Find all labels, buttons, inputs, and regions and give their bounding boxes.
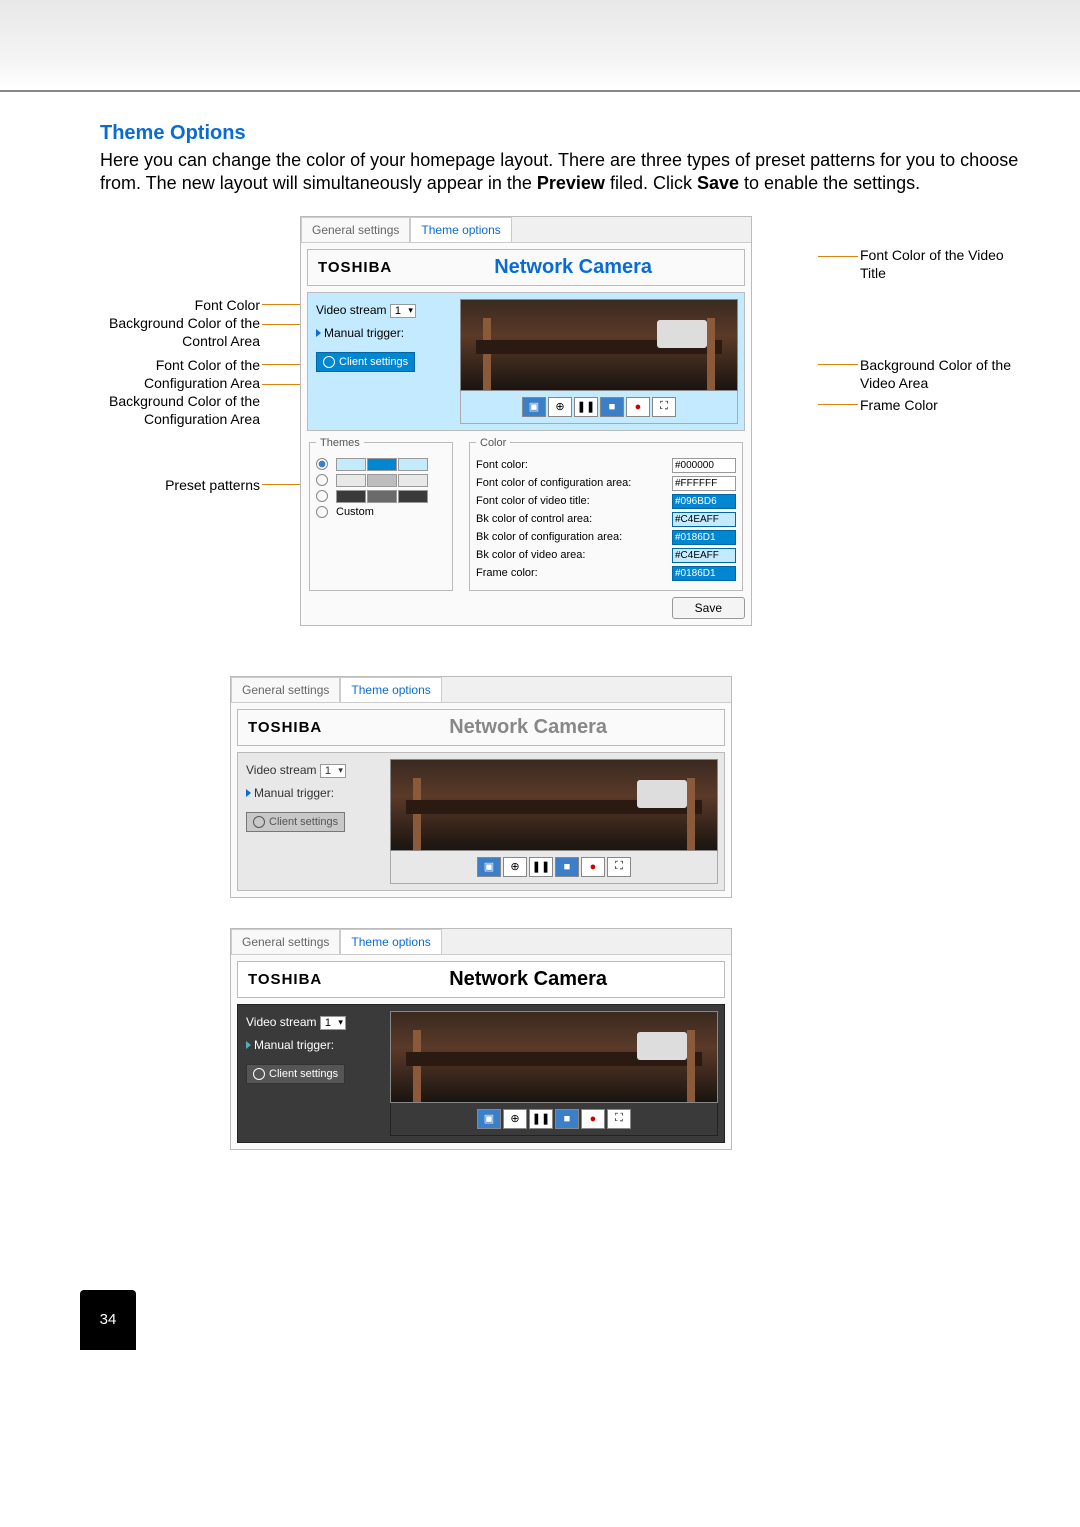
control-area: Video stream 1 Manual trigger: Client se… <box>308 293 454 430</box>
color-input[interactable] <box>672 548 736 563</box>
theme-option-2[interactable] <box>316 490 446 503</box>
video-stream-select[interactable]: 1 <box>320 764 346 778</box>
record-icon[interactable]: ● <box>626 397 650 417</box>
record-icon[interactable]: ● <box>581 1109 605 1129</box>
section-heading: Theme Options <box>100 122 1020 145</box>
tab-general[interactable]: General settings <box>301 217 410 242</box>
video-preview <box>390 759 718 851</box>
camera-icon[interactable]: ▣ <box>522 397 546 417</box>
color-input[interactable] <box>672 494 736 509</box>
color-row: Bk color of video area: <box>476 548 736 563</box>
stop-icon[interactable]: ■ <box>555 857 579 877</box>
color-input[interactable] <box>672 566 736 581</box>
expand-icon[interactable]: ⛶ <box>607 1109 631 1129</box>
client-settings-button[interactable]: Client settings <box>246 1064 345 1084</box>
stop-icon[interactable]: ■ <box>555 1109 579 1129</box>
color-row: Bk color of control area: <box>476 512 736 527</box>
callout-bk-video: Background Color of the Video Area <box>860 356 1020 392</box>
callout-video-title: Font Color of the Video Title <box>860 246 1020 282</box>
gear-icon <box>253 1068 265 1080</box>
theme-radio-custom[interactable] <box>316 506 328 518</box>
video-preview <box>460 299 738 391</box>
color-input[interactable] <box>672 476 736 491</box>
expand-icon[interactable]: ⛶ <box>652 397 676 417</box>
theme-diagram: Font Color Background Color of the Contr… <box>100 216 1020 636</box>
video-title: Network Camera <box>402 250 744 285</box>
color-row: Bk color of configuration area: <box>476 530 736 545</box>
color-group: Color Font color:Font color of configura… <box>469 437 743 591</box>
color-row: Font color of configuration area: <box>476 476 736 491</box>
chevron-right-icon <box>246 1041 251 1049</box>
save-button[interactable]: Save <box>672 597 745 619</box>
theme-option-1[interactable] <box>316 474 446 487</box>
pause-icon[interactable]: ❚❚ <box>529 857 553 877</box>
preview-panel-annotated: General settings Theme options TOSHIBA N… <box>300 216 752 626</box>
page-number: 34 <box>80 1290 136 1350</box>
gear-icon <box>323 356 335 368</box>
stop-icon[interactable]: ■ <box>600 397 624 417</box>
client-settings-button[interactable]: Client settings <box>246 812 345 832</box>
page-header-strip <box>0 0 1080 92</box>
chevron-right-icon <box>316 329 321 337</box>
tab-theme[interactable]: Theme options <box>410 217 511 242</box>
client-settings-button[interactable]: Client settings <box>316 352 415 372</box>
color-input[interactable] <box>672 458 736 473</box>
callout-preset: Preset patterns <box>100 476 260 494</box>
theme-radio[interactable] <box>316 490 328 502</box>
brand-logo: TOSHIBA <box>308 253 402 282</box>
zoom-icon[interactable]: ⊕ <box>503 857 527 877</box>
video-stream-select[interactable]: 1 <box>320 1016 346 1030</box>
brand-logo: TOSHIBA <box>238 713 332 742</box>
theme-option-0[interactable] <box>316 458 446 471</box>
pause-icon[interactable]: ❚❚ <box>574 397 598 417</box>
expand-icon[interactable]: ⛶ <box>607 857 631 877</box>
callout-frame: Frame Color <box>860 396 1020 414</box>
tab-theme[interactable]: Theme options <box>340 929 441 954</box>
chevron-right-icon <box>246 789 251 797</box>
video-area: ▣ ⊕ ❚❚ ■ ● ⛶ <box>454 293 744 430</box>
camera-icon[interactable]: ▣ <box>477 1109 501 1129</box>
video-toolbar: ▣ ⊕ ❚❚ ■ ● ⛶ <box>460 391 738 424</box>
callout-config-colors: Font Color of the Configuration Area Bac… <box>100 356 260 429</box>
preview-panel-gray: General settings Theme options TOSHIBA N… <box>230 676 732 898</box>
tab-general[interactable]: General settings <box>231 677 340 702</box>
intro-paragraph: Here you can change the color of your ho… <box>100 149 1020 196</box>
theme-radio[interactable] <box>316 474 328 486</box>
camera-icon[interactable]: ▣ <box>477 857 501 877</box>
color-input[interactable] <box>672 530 736 545</box>
video-title: Network Camera <box>332 710 724 745</box>
zoom-icon[interactable]: ⊕ <box>548 397 572 417</box>
color-row: Font color of video title: <box>476 494 736 509</box>
zoom-icon[interactable]: ⊕ <box>503 1109 527 1129</box>
page-footer: 34 <box>0 1270 1080 1350</box>
video-title: Network Camera <box>332 962 724 997</box>
tab-theme[interactable]: Theme options <box>340 677 441 702</box>
gear-icon <box>253 816 265 828</box>
color-row: Frame color: <box>476 566 736 581</box>
theme-radio[interactable] <box>316 458 328 470</box>
color-row: Font color: <box>476 458 736 473</box>
record-icon[interactable]: ● <box>581 857 605 877</box>
video-preview <box>390 1011 718 1103</box>
brand-logo: TOSHIBA <box>238 965 332 994</box>
video-stream-select[interactable]: 1 <box>390 304 416 318</box>
preview-panel-dark: General settings Theme options TOSHIBA N… <box>230 928 732 1150</box>
pause-icon[interactable]: ❚❚ <box>529 1109 553 1129</box>
callout-font-color: Font Color Background Color of the Contr… <box>100 296 260 351</box>
color-input[interactable] <box>672 512 736 527</box>
themes-group: Themes Custom <box>309 437 453 591</box>
tab-general[interactable]: General settings <box>231 929 340 954</box>
